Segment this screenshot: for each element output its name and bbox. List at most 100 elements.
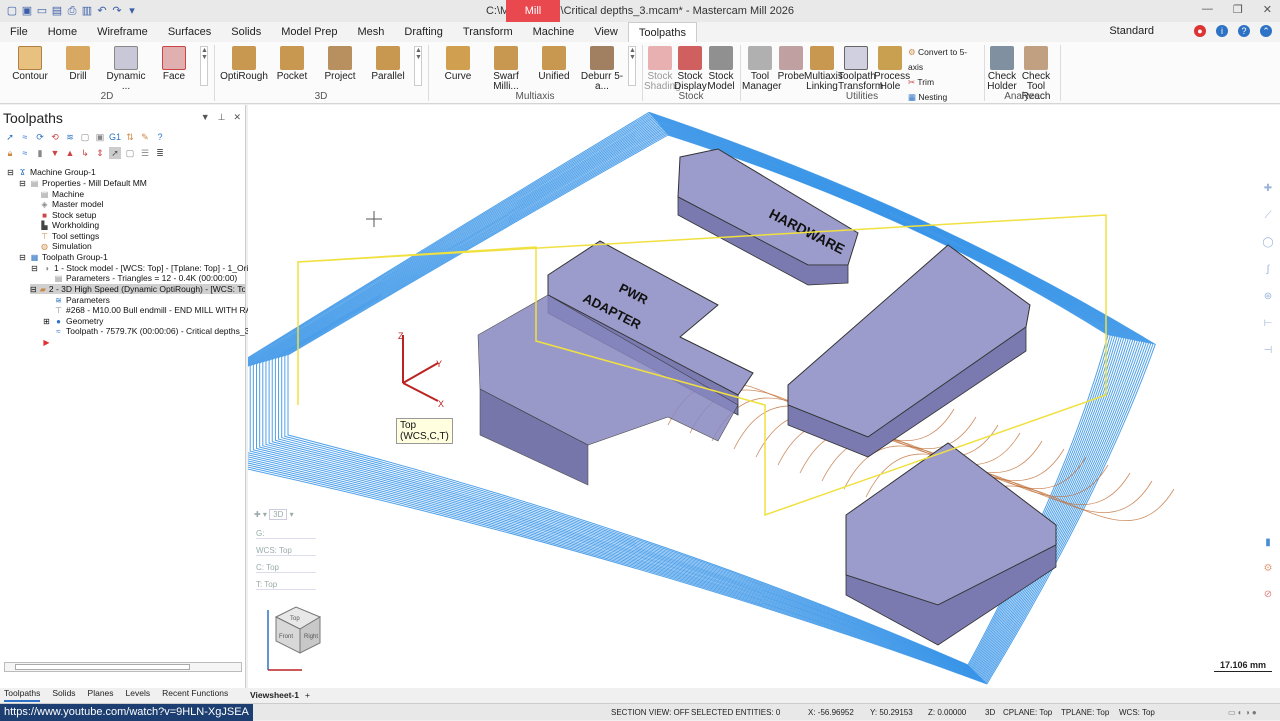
g-field[interactable]: G: xyxy=(256,529,316,539)
tree-stock-setup[interactable]: ■ Stock setup xyxy=(40,210,96,220)
toggle-display-icon[interactable]: ≈ xyxy=(19,147,31,159)
contour-button[interactable]: Contour xyxy=(6,46,54,82)
no-icon[interactable]: ⊘ xyxy=(1262,589,1274,601)
tab-solids[interactable]: Solids xyxy=(221,22,271,42)
lock-icon[interactable]: 🔒︎ xyxy=(4,147,16,159)
cplane-status[interactable]: CPLANE: Top xyxy=(1003,708,1052,717)
tree-op-1-params[interactable]: ▤ Parameters - Triangles = 12 - 0.4K (00:… xyxy=(54,273,238,283)
tab-home[interactable]: Home xyxy=(38,22,87,42)
drill-button[interactable]: Drill xyxy=(54,46,102,82)
wcs-status[interactable]: WCS: Top xyxy=(1119,708,1155,717)
tab-toolpaths[interactable]: Toolpaths xyxy=(627,21,697,43)
panel-dropdown-icon[interactable]: ▼ xyxy=(201,112,210,123)
optirough-button[interactable]: OptiRough xyxy=(220,46,268,82)
section-view-status[interactable]: SECTION VIEW: OFF xyxy=(611,708,690,717)
list-icon[interactable]: ☰ xyxy=(139,147,151,159)
toggle-post-icon[interactable]: ▮ xyxy=(34,147,46,159)
bottom-tab-solids[interactable]: Solids xyxy=(52,688,75,702)
regenerate-dirty-icon[interactable]: ⟲ xyxy=(49,131,61,143)
workspace-selector[interactable]: Standard xyxy=(1109,25,1154,37)
simulate-icon[interactable]: ▣ xyxy=(94,131,106,143)
bottom-tab-levels[interactable]: Levels xyxy=(126,688,151,702)
swarf-milling-button[interactable]: Swarf Milli... xyxy=(482,46,530,92)
measure-icon[interactable]: ⊣ xyxy=(1262,345,1274,357)
rotate-icon[interactable]: ⟋ xyxy=(1262,210,1274,222)
expand-icon[interactable]: ⌃ xyxy=(1260,25,1272,37)
fit-icon[interactable]: ◯ xyxy=(1262,237,1274,249)
unified-button[interactable]: Unified xyxy=(530,46,578,82)
tree-horizontal-scrollbar[interactable] xyxy=(4,662,242,672)
stock-model-button[interactable]: Stock Model xyxy=(704,46,738,92)
gallery-scroll[interactable]: ▲ ▼ xyxy=(628,46,636,86)
tree-op-2-tool[interactable]: ⊤ #268 - M10.00 Bull endmill - END MILL W… xyxy=(54,305,277,315)
tab-surfaces[interactable]: Surfaces xyxy=(158,22,221,42)
tab-drafting[interactable]: Drafting xyxy=(394,22,453,42)
tree-op-1[interactable]: ⊟ ◑ 1 - Stock model - [WCS: Top] - [Tplane… xyxy=(30,263,266,273)
select-all-icon[interactable]: ➚ xyxy=(4,131,16,143)
tree-op-2-params[interactable]: ≋ Parameters xyxy=(54,295,110,305)
multiaxis-linking-button[interactable]: Multiaxis Linking xyxy=(804,46,843,92)
verify-icon[interactable]: ▢ xyxy=(79,131,91,143)
add-viewsheet-icon[interactable]: + xyxy=(305,690,310,700)
tree-op-2-toolpath[interactable]: ≈ Toolpath - 7579.7K (00:00:06) - Critica… xyxy=(54,326,269,336)
shading-icon[interactable]: ▮ xyxy=(1262,537,1274,549)
stock-shading-button[interactable]: Stock Shading xyxy=(644,46,681,92)
tplane-status[interactable]: TPLANE: Top xyxy=(1061,708,1109,717)
tab-file[interactable]: File xyxy=(0,22,38,42)
solid-icon[interactable]: ⊛ xyxy=(1262,291,1274,303)
help-icon[interactable]: ? xyxy=(1238,25,1250,37)
flag-icon[interactable]: ● xyxy=(1194,25,1206,37)
stock-display-button[interactable]: Stock Display xyxy=(674,46,707,92)
move-down-icon[interactable]: ▼ xyxy=(49,147,61,159)
tab-transform[interactable]: Transform xyxy=(453,22,523,42)
regenerate-icon[interactable]: ⟳ xyxy=(34,131,46,143)
filter-icon[interactable]: ▢ xyxy=(124,147,136,159)
tab-view[interactable]: View xyxy=(584,22,628,42)
gallery-scroll[interactable]: ▲ ▼ xyxy=(200,46,208,86)
post-icon[interactable]: G1 xyxy=(109,131,121,143)
tool-manager-button[interactable]: Tool Manager xyxy=(742,46,781,92)
highfeed-icon[interactable]: ✎ xyxy=(139,131,151,143)
tab-mesh[interactable]: Mesh xyxy=(347,22,394,42)
project-button[interactable]: Project xyxy=(316,46,364,82)
parallel-button[interactable]: Parallel xyxy=(364,46,412,82)
backplot-icon[interactable]: ≋ xyxy=(64,131,76,143)
curve-icon[interactable]: ∫ xyxy=(1262,264,1274,276)
tree-simulation[interactable]: ◍ Simulation xyxy=(40,241,92,251)
tree-master-model[interactable]: ◈ Master model xyxy=(40,199,103,209)
cplane-field[interactable]: C: Top xyxy=(256,563,316,573)
tab-machine[interactable]: Machine xyxy=(523,22,585,42)
tree-workholding[interactable]: ▙ Workholding xyxy=(40,220,99,230)
zoom-in-icon[interactable]: ✚ xyxy=(1262,183,1274,195)
convert-5axis-button[interactable]: ⚙ Convert to 5-axis xyxy=(908,45,982,75)
display-mode-icons[interactable]: ▭ ◐ ◑ ● xyxy=(1228,708,1257,717)
face-button[interactable]: Face xyxy=(150,46,198,82)
tree-toolpath-group[interactable]: ⊟ ▦ Toolpath Group-1 xyxy=(18,252,108,262)
trim-button[interactable]: ✂ Trim xyxy=(908,75,982,90)
bottom-tab-planes[interactable]: Planes xyxy=(88,688,114,702)
panel-close-icon[interactable]: ✕ xyxy=(233,112,241,123)
toolpath-transform-button[interactable]: Toolpath Transform xyxy=(838,46,883,92)
graphics-viewport[interactable]: HARDWARE PWR ADAPTER Z X Y Top Front Rig… xyxy=(248,105,1280,688)
expand-icon[interactable]: ⇅ xyxy=(124,131,136,143)
mode-3d-toggle[interactable]: 3D xyxy=(985,708,995,717)
insert-arrow-icon[interactable]: ↳ xyxy=(79,147,91,159)
cursor-icon[interactable]: ➚ xyxy=(109,147,121,159)
pocket-button[interactable]: Pocket xyxy=(268,46,316,82)
settings-icon[interactable]: ⚙ xyxy=(1262,563,1274,575)
info-icon[interactable]: i xyxy=(1216,25,1228,37)
tree-machine[interactable]: ▤ Machine xyxy=(40,189,84,199)
viewsheet-1-tab[interactable]: Viewsheet-1 xyxy=(250,690,299,700)
tree-op-2[interactable]: ⊟ ▰ 2 - 3D High Speed (Dynamic OptiRough) … xyxy=(30,284,245,294)
dynamic-button[interactable]: Dynamic ... xyxy=(102,46,150,92)
wcs-field[interactable]: WCS: Top xyxy=(256,546,316,556)
view-cube[interactable]: Top Front Right xyxy=(267,606,322,671)
z-coordinate[interactable]: Z: 0.00000 xyxy=(928,708,966,717)
bottom-tab-toolpaths[interactable]: Toolpaths xyxy=(4,688,41,702)
help-icon[interactable]: ? xyxy=(154,131,166,143)
tplane-field[interactable]: T: Top xyxy=(256,580,316,590)
toolpath-list-icon[interactable]: ≣ xyxy=(154,147,166,159)
maximize-icon[interactable]: ❐ xyxy=(1233,3,1243,16)
probe-button[interactable]: Probe xyxy=(776,46,806,82)
dimension-icon[interactable]: ⊢ xyxy=(1262,318,1274,330)
